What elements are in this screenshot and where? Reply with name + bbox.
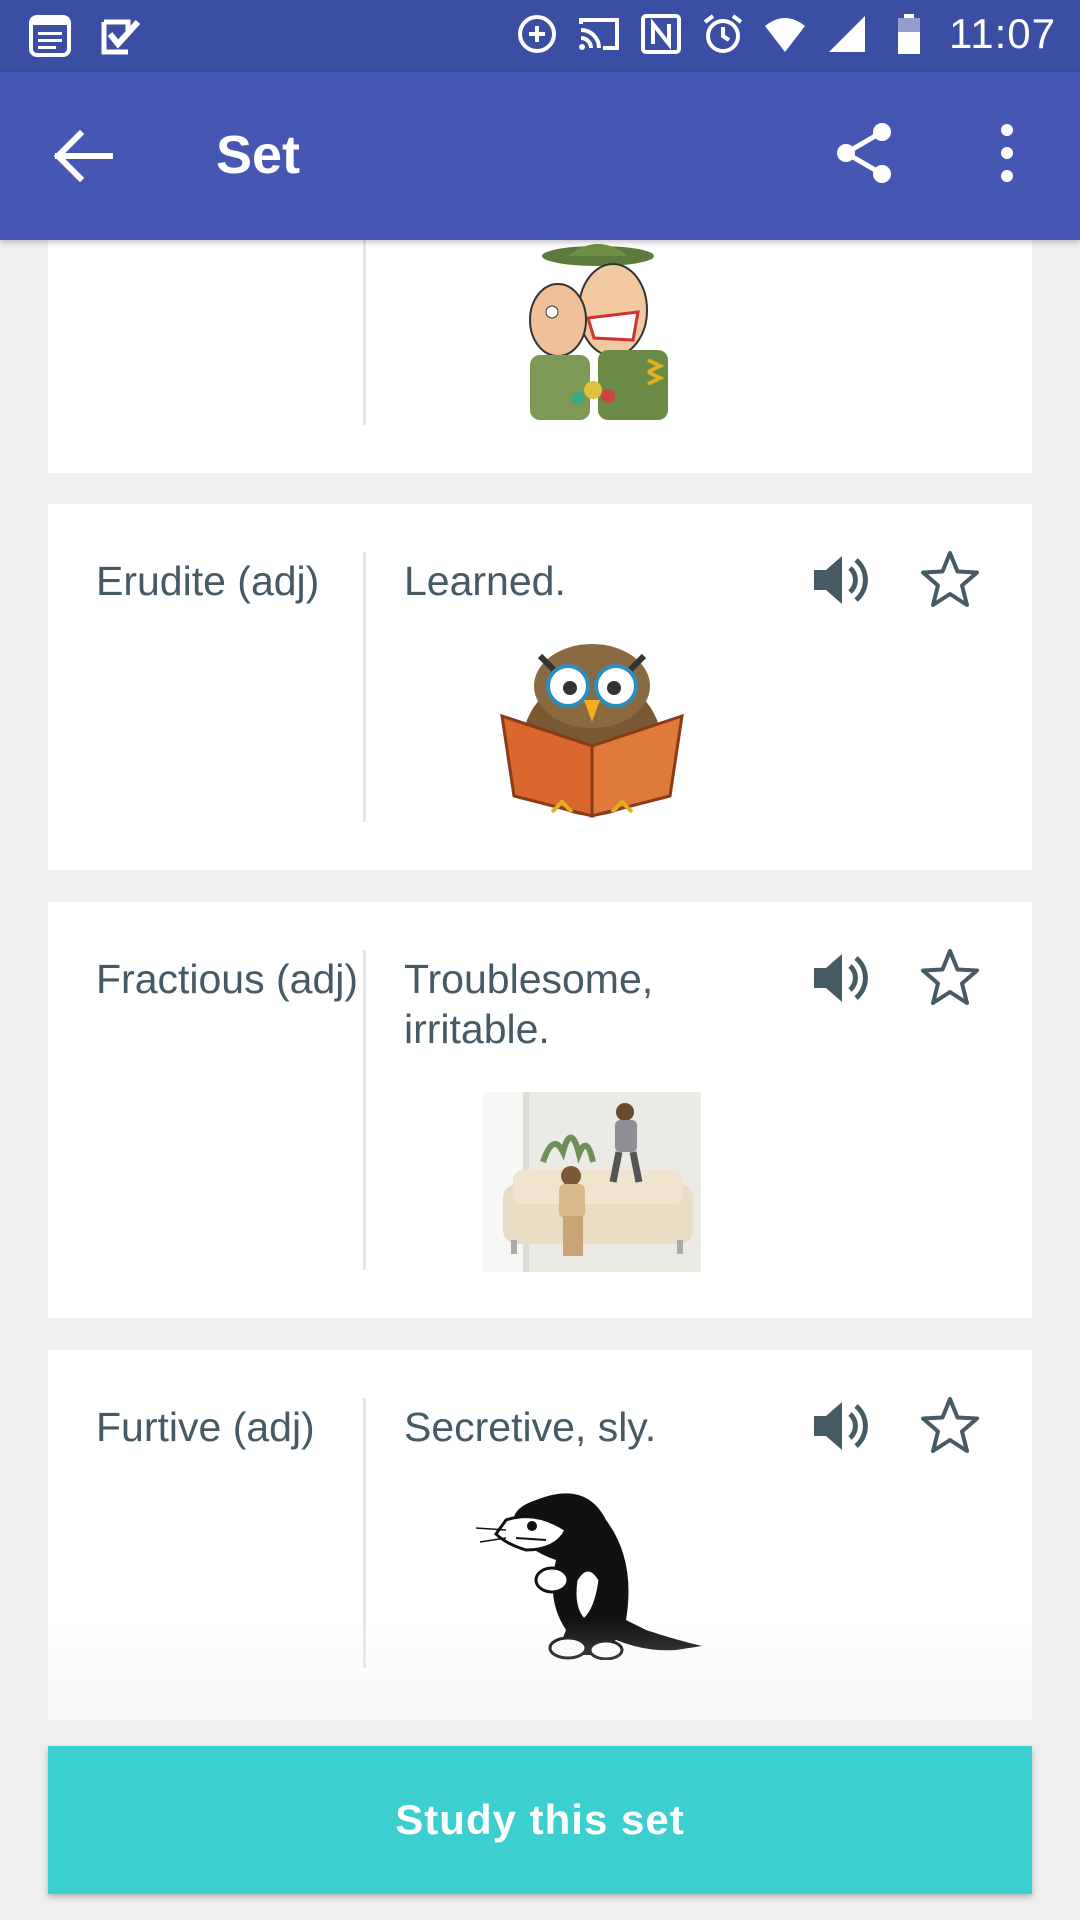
clock: 11:07 (949, 10, 1056, 57)
star-icon[interactable] (918, 946, 982, 1010)
card-divider (363, 552, 366, 822)
notification-list-icon (29, 15, 71, 57)
star-icon[interactable] (918, 548, 982, 612)
card-divider (363, 240, 366, 425)
definition-text: Secretive, sly. (404, 1404, 657, 1450)
audio-icon[interactable] (808, 946, 872, 1010)
status-bar: 11:07 (0, 0, 1080, 72)
back-arrow-icon[interactable] (48, 124, 118, 188)
term-card: Erudite (adj) Learned. (48, 504, 1032, 870)
app-bar: Set (0, 72, 1080, 240)
term-text: Fractious (adj) (96, 956, 359, 1002)
child-on-couch-image (483, 1092, 701, 1272)
drill-sergeant-image (529, 244, 668, 420)
term-card: Fractious (adj) Troublesome, irritable. (48, 902, 1032, 1318)
checkbox-icon (101, 19, 141, 55)
definition-text: Troublesome, irritable. (404, 956, 654, 1052)
owl-image (500, 644, 684, 818)
audio-icon[interactable] (808, 1394, 872, 1458)
wifi-icon (765, 18, 805, 52)
study-this-set-button[interactable]: Study this set (48, 1746, 1032, 1894)
page-title: Set (216, 125, 301, 185)
term-card (48, 240, 1032, 473)
card-list[interactable]: Erudite (adj) Learned. Fractious (adj) T… (0, 240, 1080, 1920)
definition-text: Learned. (404, 558, 566, 604)
battery-icon (898, 14, 920, 54)
term-text: Erudite (adj) (96, 558, 320, 604)
data-saver-icon (518, 15, 556, 53)
card-divider (363, 950, 366, 1270)
alarm-icon (703, 14, 743, 53)
audio-icon[interactable] (808, 548, 872, 612)
share-icon[interactable] (830, 118, 900, 188)
term-text: Furtive (adj) (96, 1404, 315, 1450)
nfc-icon (641, 14, 681, 54)
cast-icon (579, 18, 619, 50)
star-icon[interactable] (918, 1394, 982, 1458)
signal-icon (829, 16, 865, 52)
more-vert-icon[interactable] (982, 118, 1032, 188)
